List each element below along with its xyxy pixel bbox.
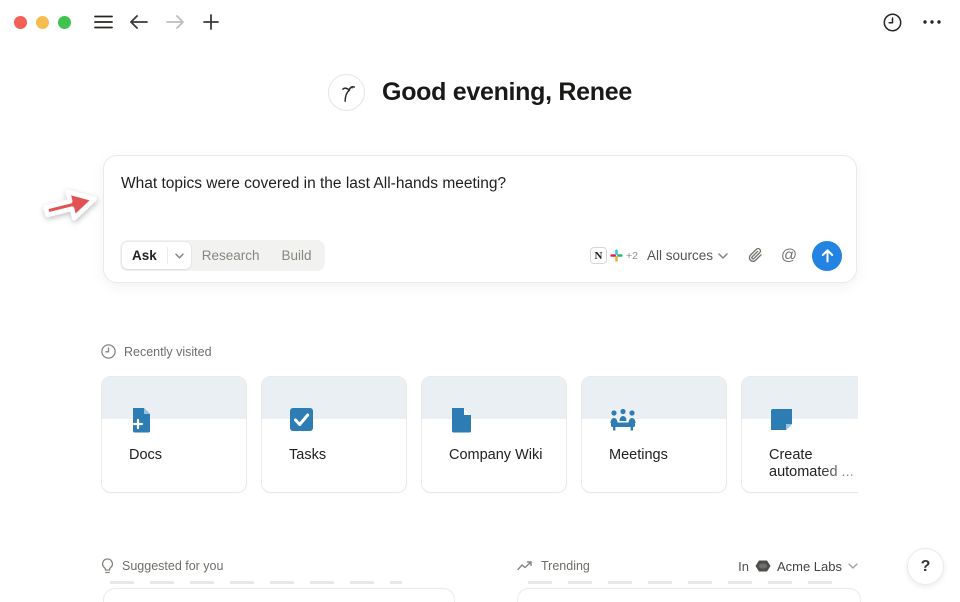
lightbulb-icon bbox=[101, 558, 114, 574]
card-tasks[interactable]: Tasks bbox=[261, 376, 407, 493]
ai-composer-card: What topics were covered in the last All… bbox=[103, 155, 857, 283]
notion-source-icon: N bbox=[590, 247, 607, 264]
sources-overflow-count: +2 bbox=[626, 250, 638, 262]
attachment-paperclip-icon[interactable] bbox=[740, 241, 770, 271]
arrow-up-icon bbox=[821, 249, 834, 263]
workspace-prefix: In bbox=[738, 559, 749, 574]
trending-icon bbox=[517, 561, 533, 572]
slack-source-icon bbox=[609, 248, 625, 264]
recently-visited-cards: Docs Tasks Company Wiki bbox=[101, 376, 858, 495]
more-options-icon[interactable] bbox=[918, 8, 946, 36]
card-label: Meetings bbox=[609, 447, 712, 464]
card-create-automated[interactable]: Create automated ... bbox=[741, 376, 858, 493]
palm-tree-icon bbox=[328, 74, 365, 111]
window-toolbar bbox=[0, 0, 960, 44]
minimize-window-button[interactable] bbox=[36, 16, 49, 29]
template-note-icon bbox=[769, 407, 795, 433]
workspace-logo-icon bbox=[755, 560, 771, 572]
card-company-wiki[interactable]: Company Wiki bbox=[421, 376, 567, 493]
card-label: Create automated ... bbox=[769, 447, 858, 482]
connected-sources[interactable]: N +2 bbox=[590, 247, 638, 264]
divider bbox=[110, 581, 402, 584]
red-annotation-arrow-icon bbox=[37, 174, 105, 237]
tab-build[interactable]: Build bbox=[271, 248, 323, 263]
window-controls bbox=[14, 16, 71, 29]
zoom-window-button[interactable] bbox=[58, 16, 71, 29]
page-title: Good evening, Renee bbox=[382, 78, 632, 107]
mode-switcher: Ask Research Build bbox=[120, 240, 325, 271]
greeting-header: Good evening, Renee bbox=[0, 74, 960, 111]
question-input[interactable]: What topics were covered in the last All… bbox=[121, 175, 839, 193]
clock-icon bbox=[101, 344, 116, 359]
card-label: Company Wiki bbox=[449, 447, 552, 464]
page-icon bbox=[449, 407, 475, 433]
bottom-sections: Suggested for you Trending In Acme Labs bbox=[101, 558, 858, 574]
workspace-name: Acme Labs bbox=[777, 559, 842, 574]
tab-research[interactable]: Research bbox=[191, 248, 271, 263]
mention-at-icon[interactable]: @ bbox=[774, 241, 804, 271]
recently-visited-section: Recently visited Docs Tasks bbox=[101, 344, 858, 495]
ask-dropdown-chevron-icon[interactable] bbox=[168, 253, 191, 259]
card-meetings[interactable]: Meetings bbox=[581, 376, 727, 493]
chevron-down-icon bbox=[848, 563, 858, 569]
forward-icon[interactable] bbox=[161, 8, 189, 36]
chevron-down-icon bbox=[718, 253, 728, 259]
sidebar-menu-icon[interactable] bbox=[89, 8, 117, 36]
trending-title: Trending bbox=[541, 559, 590, 573]
new-tab-plus-icon[interactable] bbox=[197, 8, 225, 36]
back-icon[interactable] bbox=[125, 8, 153, 36]
recently-visited-title: Recently visited bbox=[124, 345, 212, 359]
meeting-people-icon bbox=[609, 407, 635, 433]
help-button[interactable]: ? bbox=[907, 548, 944, 585]
suggested-for-you-title: Suggested for you bbox=[122, 559, 223, 573]
close-window-button[interactable] bbox=[14, 16, 27, 29]
card-label: Tasks bbox=[289, 447, 392, 464]
workspace-selector[interactable]: In Acme Labs bbox=[738, 559, 858, 574]
card-label: Docs bbox=[129, 447, 232, 464]
all-sources-selector[interactable]: All sources bbox=[647, 248, 728, 263]
divider bbox=[528, 581, 846, 584]
tab-ask[interactable]: Ask bbox=[122, 242, 191, 269]
history-clock-icon[interactable] bbox=[878, 8, 906, 36]
doc-plus-icon bbox=[129, 407, 155, 433]
checkbox-icon bbox=[289, 407, 315, 433]
send-button[interactable] bbox=[812, 241, 842, 271]
card-docs[interactable]: Docs bbox=[101, 376, 247, 493]
